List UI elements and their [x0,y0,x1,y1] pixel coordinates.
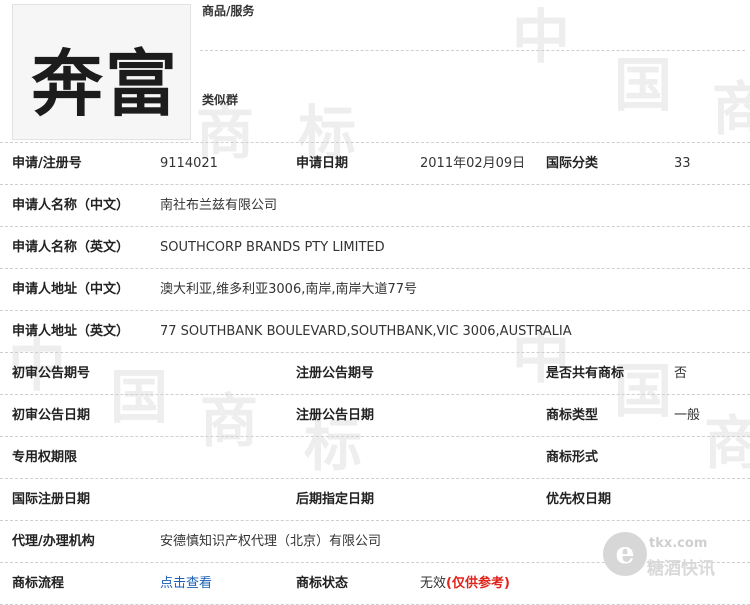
trademark-image: 奔富 [12,4,191,140]
table-row: 申请/注册号 9114021 申请日期 2011年02月09日 国际分类 33 [0,142,750,184]
applicant-name-en-label: 申请人名称（英文） [12,240,130,255]
trademark-status-value: 无效(仅供参考) [420,563,510,604]
applicant-address-cn-value: 澳大利亚,维多利亚3006,南岸,南岸大道77号 [160,282,418,297]
trademark-flow-label: 商标流程 [12,576,65,591]
badge-url: tkx.com [649,536,708,551]
table-row: 初审公告期号 注册公告期号 是否共有商标 否 [0,352,750,394]
applicant-address-en-value: 77 SOUTHBANK BOULEVARD,SOUTHBANK,VIC 300… [160,324,572,339]
view-flow-link[interactable]: 点击查看 [160,563,212,604]
intl-reg-date-label: 国际注册日期 [12,492,91,507]
table-row: 专用权期限 商标形式 [0,436,750,478]
priority-date-label: 优先权日期 [546,492,612,507]
applicant-address-cn-label: 申请人地址（中文） [12,282,130,297]
later-designation-date-label: 后期指定日期 [296,492,375,507]
prelim-pub-date-label: 初审公告日期 [12,408,91,423]
applicant-name-en-value: SOUTHCORP BRANDS PTY LIMITED [160,240,385,255]
table-row: 国际注册日期 后期指定日期 优先权日期 [0,478,750,520]
exclusive-period-label: 专用权期限 [12,450,78,465]
apply-date-label: 申请日期 [296,156,349,171]
table-row: 申请人名称（中文） 南社布兰兹有限公司 [0,184,750,226]
badge-site-name: 糖酒快讯 [647,559,715,579]
table-row: 申请人地址（中文） 澳大利亚,维多利亚3006,南岸,南岸大道77号 [0,268,750,310]
applicant-name-cn-label: 申请人名称（中文） [12,198,130,213]
intl-class-value: 33 [674,156,691,171]
table-row: 申请人地址（英文） 77 SOUTHBANK BOULEVARD,SOUTHBA… [0,310,750,352]
table-row: 初审公告日期 注册公告日期 商标类型 一般 [0,394,750,436]
e-logo-icon: e [603,532,647,576]
reg-no-value: 9114021 [160,156,218,171]
mark-form-label: 商标形式 [546,450,599,465]
reg-pub-date-label: 注册公告日期 [296,408,375,423]
applicant-address-en-label: 申请人地址（英文） [12,324,130,339]
similar-group-label: 类似群 [202,93,239,107]
apply-date-value: 2011年02月09日 [420,156,526,171]
applicant-name-cn-value: 南社布兰兹有限公司 [160,198,278,213]
prelim-pub-no-label: 初审公告期号 [12,366,91,381]
agent-value: 安德慎知识产权代理（北京）有限公司 [160,534,382,549]
mark-type-value: 一般 [674,408,701,423]
agent-label: 代理/办理机构 [12,534,95,549]
trademark-header: 奔富 商品/服务 类似群 [0,0,750,142]
divider [200,50,745,51]
shared-mark-value: 否 [674,366,688,381]
goods-services-label: 商品/服务 [202,4,255,18]
table-row: 申请人名称（英文） SOUTHCORP BRANDS PTY LIMITED [0,226,750,268]
reg-no-label: 申请/注册号 [12,156,82,171]
mark-type-label: 商标类型 [546,408,599,423]
shared-mark-label: 是否共有商标 [546,366,625,381]
source-watermark-badge: e tkx.com 糖酒快讯 [603,530,743,582]
trademark-logo-text: 奔富 [31,42,180,126]
reg-pub-no-label: 注册公告期号 [296,366,375,381]
intl-class-label: 国际分类 [546,156,599,171]
trademark-status-label: 商标状态 [296,576,349,591]
